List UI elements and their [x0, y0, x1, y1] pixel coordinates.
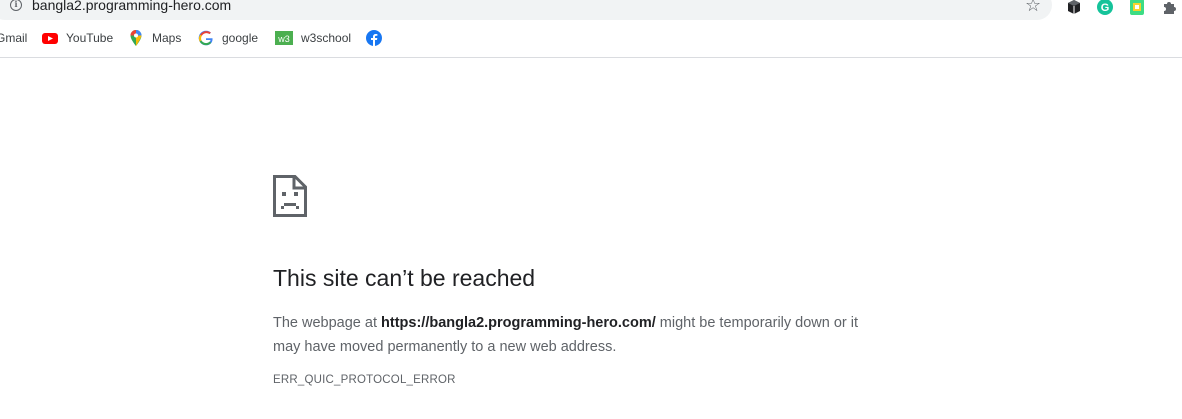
bookmark-label: Maps — [152, 31, 182, 45]
star-icon[interactable]: ☆ — [1025, 0, 1041, 16]
error-description: The webpage at https://bangla2.programmi… — [273, 311, 873, 359]
sad-page-icon — [273, 175, 307, 217]
bookmark-google[interactable]: google — [198, 28, 258, 48]
address-bar[interactable]: i bangla2.programming-hero.com ☆ — [0, 0, 1052, 20]
bookmark-label: google — [222, 31, 259, 45]
maps-pin-icon — [128, 30, 144, 46]
svg-text:w3: w3 — [277, 34, 290, 44]
bookmark-gmail[interactable]: Gmail — [0, 28, 27, 48]
cube-extension-icon[interactable] — [1066, 0, 1082, 15]
bookmark-label: w3school — [301, 31, 352, 45]
svg-text:G: G — [1101, 2, 1110, 14]
error-headline: This site can’t be reached — [273, 265, 536, 291]
green-extension-icon[interactable] — [1129, 0, 1145, 15]
bookmark-label: Gmail — [0, 31, 28, 45]
error-code: ERR_QUIC_PROTOCOL_ERROR — [273, 374, 456, 386]
youtube-icon — [42, 30, 58, 46]
info-icon[interactable]: i — [10, 0, 22, 11]
w3school-icon: w3 — [275, 30, 293, 46]
address-bar-url[interactable]: bangla2.programming-hero.com — [32, 0, 231, 13]
browser-toolbar: i bangla2.programming-hero.com ☆ G Gmail — [0, 0, 1182, 58]
grammarly-icon[interactable]: G — [1097, 0, 1113, 15]
description-prefix: The webpage at — [273, 315, 382, 331]
bookmark-youtube[interactable]: YouTube — [42, 28, 113, 48]
bookmark-w3school[interactable]: w3 w3school — [275, 28, 351, 48]
facebook-icon — [366, 30, 382, 46]
description-url: https://bangla2.programming-hero.com/ — [381, 315, 656, 331]
bookmarks-bar: Gmail YouTube Maps google w3 w3school — [0, 28, 1182, 50]
bookmark-facebook[interactable] — [366, 28, 390, 48]
google-g-icon — [198, 30, 214, 46]
bookmark-label: YouTube — [66, 31, 114, 45]
bookmark-maps[interactable]: Maps — [128, 28, 181, 48]
puzzle-extensions-icon[interactable] — [1161, 0, 1177, 15]
